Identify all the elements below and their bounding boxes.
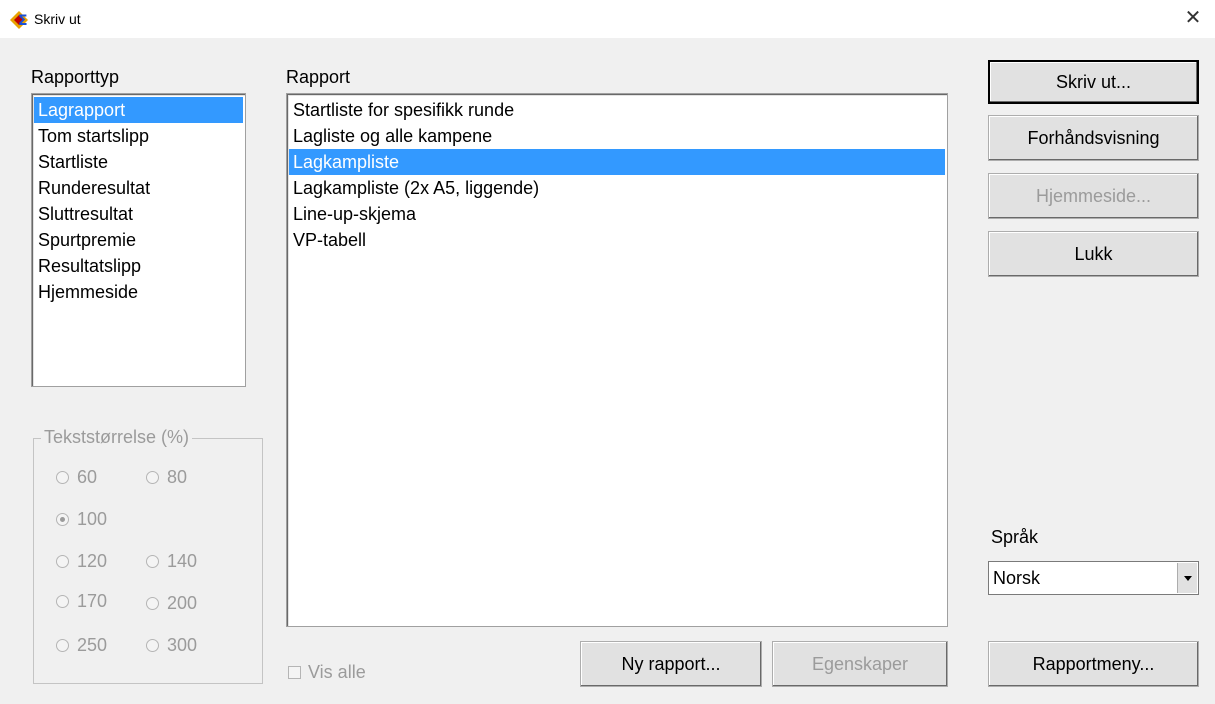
- vis-alle-checkbox[interactable]: Vis alle: [288, 662, 366, 683]
- window-title: Skriv ut: [34, 11, 81, 27]
- text-size-radio-80[interactable]: 80: [146, 467, 187, 488]
- text-size-radio-140[interactable]: 140: [146, 551, 197, 572]
- title-bar: [0, 0, 1215, 38]
- radio-icon: [146, 471, 159, 484]
- app-icon: Σ: [10, 11, 28, 29]
- rapport-item-startliste-runde[interactable]: Startliste for spesifikk runde: [289, 97, 945, 123]
- rapport-item-lagliste[interactable]: Lagliste og alle kampene: [289, 123, 945, 149]
- rapport-item-line-up-skjema[interactable]: Line-up-skjema: [289, 201, 945, 227]
- print-button[interactable]: Skriv ut...: [988, 60, 1199, 104]
- radio-icon: [56, 595, 69, 608]
- radio-icon: [146, 555, 159, 568]
- radio-icon: [146, 597, 159, 610]
- rapporttyp-label: Rapporttyp: [31, 67, 120, 87]
- preview-button[interactable]: Forhåndsvisning: [988, 115, 1199, 161]
- radio-selected-icon: [56, 513, 69, 526]
- report-menu-button[interactable]: Rapportmeny...: [988, 641, 1199, 687]
- checkbox-icon: [288, 666, 301, 679]
- rapporttyp-listbox[interactable]: Lagrapport Tom startslipp Startliste Run…: [31, 93, 246, 387]
- radio-icon: [56, 639, 69, 652]
- homepage-button[interactable]: Hjemmeside...: [988, 173, 1199, 219]
- new-report-button[interactable]: Ny rapport...: [580, 641, 762, 687]
- language-select[interactable]: Norsk: [988, 561, 1199, 595]
- rapporttyp-item-sluttresultat[interactable]: Sluttresultat: [34, 201, 243, 227]
- chevron-down-icon: [1183, 575, 1192, 581]
- rapporttyp-item-tom-startslipp[interactable]: Tom startslipp: [34, 123, 243, 149]
- text-size-radio-170[interactable]: 170: [56, 591, 107, 612]
- text-size-radio-100[interactable]: 100: [56, 509, 107, 530]
- rapporttyp-item-spurtpremie[interactable]: Spurtpremie: [34, 227, 243, 253]
- radio-icon: [56, 555, 69, 568]
- dropdown-button[interactable]: [1177, 563, 1197, 593]
- rapport-item-vp-tabell[interactable]: VP-tabell: [289, 227, 945, 253]
- rapporttyp-item-startliste[interactable]: Startliste: [34, 149, 243, 175]
- text-size-radio-120[interactable]: 120: [56, 551, 107, 572]
- rapport-item-lagkampliste-a5[interactable]: Lagkampliste (2x A5, liggende): [289, 175, 945, 201]
- close-button[interactable]: Lukk: [988, 231, 1199, 277]
- rapporttyp-item-lagrapport[interactable]: Lagrapport: [34, 97, 243, 123]
- radio-icon: [146, 639, 159, 652]
- rapport-item-lagkampliste[interactable]: Lagkampliste: [289, 149, 945, 175]
- text-size-radio-300[interactable]: 300: [146, 635, 197, 656]
- text-size-group-title: Tekststørrelse (%): [41, 427, 193, 448]
- rapporttyp-item-hjemmeside[interactable]: Hjemmeside: [34, 279, 243, 305]
- text-size-radio-200[interactable]: 200: [146, 593, 197, 614]
- language-value: Norsk: [993, 568, 1041, 588]
- rapporttyp-item-runderesultat[interactable]: Runderesultat: [34, 175, 243, 201]
- text-size-radio-60[interactable]: 60: [56, 467, 97, 488]
- rapport-label: Rapport: [286, 67, 351, 87]
- language-label: Språk: [991, 527, 1039, 547]
- rapporttyp-item-resultatslipp[interactable]: Resultatslipp: [34, 253, 243, 279]
- svg-text:Σ: Σ: [18, 13, 28, 29]
- properties-button[interactable]: Egenskaper: [772, 641, 948, 687]
- rapport-listbox[interactable]: Startliste for spesifikk runde Lagliste …: [286, 93, 948, 627]
- close-icon[interactable]: ✕: [1181, 8, 1205, 28]
- radio-icon: [56, 471, 69, 484]
- text-size-radio-250[interactable]: 250: [56, 635, 107, 656]
